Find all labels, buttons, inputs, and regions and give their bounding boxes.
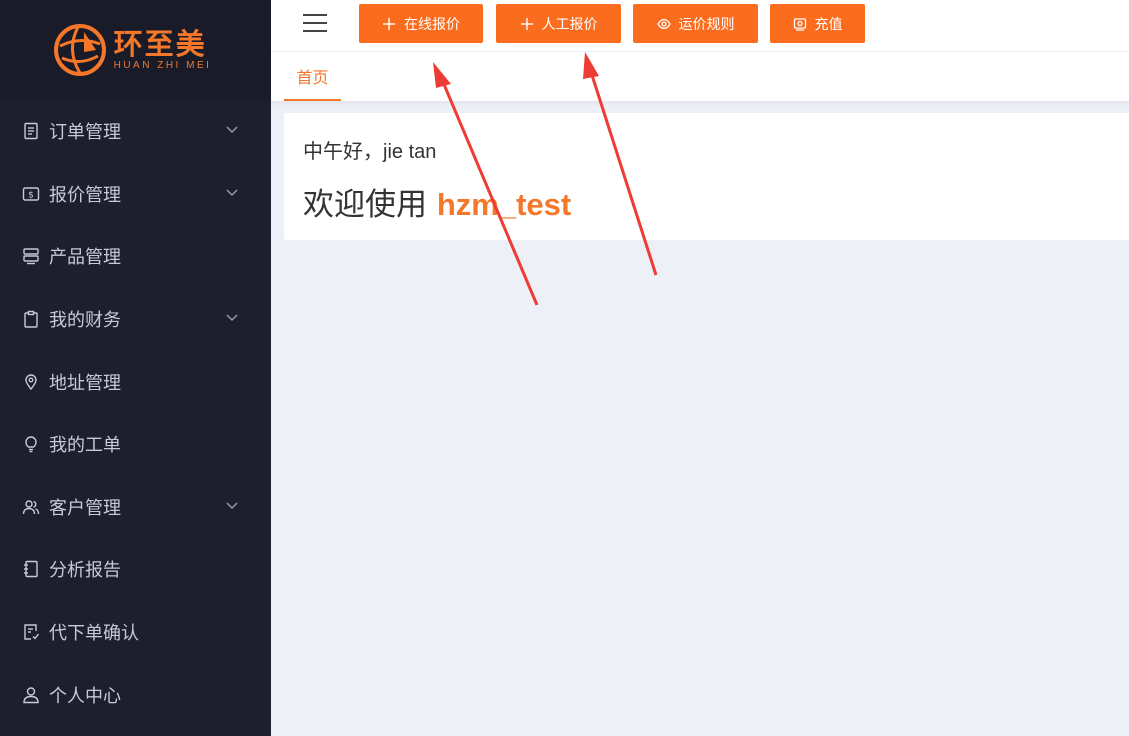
- sidebar: 环至美 HUAN ZHI MEI 订单管理 $ 报价管理 产品管理 我的财务 地…: [0, 0, 271, 736]
- sidebar-item-customers[interactable]: 客户管理: [0, 476, 271, 539]
- sidebar-item-label: 个人中心: [49, 685, 121, 707]
- sidebar-item-label: 产品管理: [49, 247, 121, 269]
- tabs-divider: [271, 101, 1129, 107]
- sidebar-item-label: 分析报告: [49, 560, 121, 582]
- plus-icon: [382, 17, 396, 31]
- online-quote-label: 在线报价: [404, 16, 460, 33]
- logo-text-cn: 环至美: [113, 26, 207, 61]
- chevron-down-icon: [226, 189, 238, 196]
- server-icon: [22, 247, 40, 265]
- user-icon: [22, 686, 40, 704]
- price-tag-icon: $: [22, 185, 40, 203]
- page-tabs: 首页: [271, 52, 1129, 101]
- welcome-heading: 欢迎使用 hzm_test: [303, 179, 571, 224]
- clipboard-icon: [22, 310, 40, 328]
- welcome-card: 中午好，jie tan 欢迎使用 hzm_test: [284, 113, 1129, 240]
- recharge-button[interactable]: 充值: [770, 4, 865, 43]
- app-name: hzm_test: [436, 187, 572, 222]
- welcome-prefix: 欢迎使用: [303, 187, 437, 223]
- sidebar-item-label: 我的财务: [49, 310, 121, 332]
- sidebar-item-label: 报价管理: [49, 184, 121, 206]
- wallet-icon: [793, 17, 807, 31]
- sidebar-item-label: 订单管理: [49, 122, 121, 144]
- sidebar-item-label: 地址管理: [49, 372, 121, 394]
- sidebar-item-label: 客户管理: [49, 497, 121, 519]
- svg-text:$: $: [28, 190, 34, 200]
- chevron-down-icon: [226, 502, 238, 509]
- shipping-rules-button[interactable]: 运价规则: [633, 4, 758, 43]
- sidebar-item-finance[interactable]: 我的财务: [0, 288, 271, 351]
- top-toolbar: 在线报价 人工报价 运价规则 充值: [271, 0, 1129, 52]
- notebook-icon: [22, 560, 40, 578]
- tab-home[interactable]: 首页: [284, 52, 341, 101]
- manual-quote-label: 人工报价: [541, 16, 598, 33]
- greeting-text: 中午好，jie tan: [303, 141, 437, 163]
- manual-quote-button[interactable]: 人工报价: [496, 4, 621, 43]
- users-icon: [22, 498, 40, 516]
- sidebar-item-addresses[interactable]: 地址管理: [0, 350, 271, 413]
- chevron-down-icon: [226, 314, 238, 322]
- shipping-rules-label: 运价规则: [678, 16, 735, 33]
- plus-icon: [520, 17, 534, 31]
- sidebar-item-label: 我的工单: [49, 435, 121, 457]
- sidebar-item-reports[interactable]: 分析报告: [0, 538, 271, 601]
- logo[interactable]: 环至美 HUAN ZHI MEI: [0, 0, 271, 100]
- document-icon: [22, 122, 40, 140]
- chevron-down-icon: [226, 126, 238, 134]
- online-quote-button[interactable]: 在线报价: [359, 4, 483, 43]
- checklist-icon: [22, 623, 40, 641]
- recharge-label: 充值: [814, 16, 843, 33]
- globe-logo-icon: [53, 24, 106, 76]
- eye-icon: [656, 17, 671, 31]
- sidebar-item-tickets[interactable]: 我的工单: [0, 413, 271, 476]
- sidebar-menu: 订单管理 $ 报价管理 产品管理 我的财务 地址管理 我的工单 客户管理 分析报…: [0, 100, 271, 726]
- hamburger-menu-icon[interactable]: [303, 14, 327, 34]
- sidebar-item-orders[interactable]: 订单管理: [0, 100, 271, 163]
- logo-text-en: HUAN ZHI MEI: [113, 59, 212, 71]
- sidebar-item-profile[interactable]: 个人中心: [0, 663, 271, 726]
- sidebar-item-proxy-order-confirm[interactable]: 代下单确认: [0, 601, 271, 664]
- sidebar-item-label: 代下单确认: [49, 623, 139, 645]
- sidebar-item-products[interactable]: 产品管理: [0, 225, 271, 288]
- sidebar-item-quotes[interactable]: $ 报价管理: [0, 163, 271, 226]
- location-pin-icon: [22, 373, 40, 391]
- lightbulb-icon: [22, 435, 40, 453]
